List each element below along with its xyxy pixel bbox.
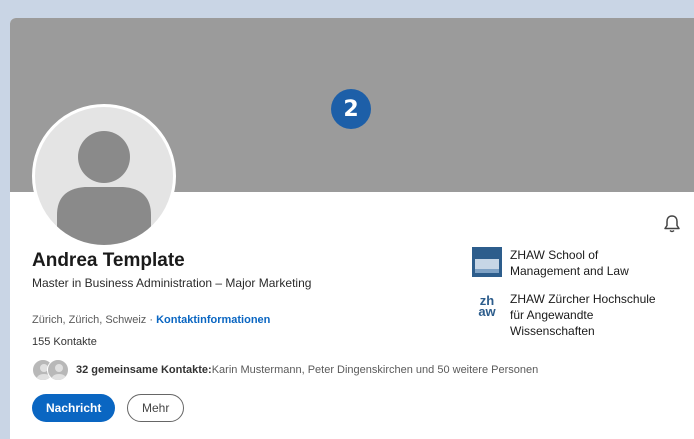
zhaw-logo-icon: zh aw — [478, 293, 496, 319]
message-button[interactable]: Nachricht — [32, 394, 116, 422]
mutual-names: Karin Mustermann, Peter Dingenskirchen u… — [211, 364, 539, 376]
mutual-avatars — [32, 359, 70, 381]
education-item[interactable]: ZHAW School of Management and Law — [472, 247, 670, 279]
mutual-count: 32 gemeinsame Kontakte: — [76, 364, 212, 376]
profile-headline: Master in Business Administration – Majo… — [32, 276, 312, 290]
mutual-connections[interactable]: 32 gemeinsame Kontakte: Karin Mustermann… — [32, 359, 538, 381]
more-button[interactable]: Mehr — [127, 394, 185, 422]
avatar-silhouette-icon — [57, 131, 151, 245]
school-name: ZHAW School of Management and Law — [510, 248, 629, 278]
school-logo-icon — [472, 247, 502, 277]
profile-avatar[interactable] — [32, 104, 176, 248]
education-item[interactable]: zh aw ZHAW Zürcher Hochschule für Angewa… — [472, 291, 670, 339]
contact-info-link[interactable]: Kontaktinformationen — [156, 314, 270, 326]
connections-count[interactable]: 155 Kontakte — [32, 336, 97, 348]
profile-location: Zürich, Zürich, Schweiz · Kontaktinforma… — [32, 314, 270, 326]
step-badge: 2 — [331, 89, 371, 129]
school-name: ZHAW Zürcher Hochschule für Angewandte W… — [510, 292, 656, 338]
bell-icon[interactable] — [661, 213, 683, 235]
mutual-avatar-icon — [47, 359, 69, 381]
profile-card: 2 Andrea Template Master in Business Adm… — [10, 18, 694, 439]
location-text: Zürich, Zürich, Schweiz · — [32, 314, 157, 326]
profile-name: Andrea Template — [32, 250, 185, 271]
